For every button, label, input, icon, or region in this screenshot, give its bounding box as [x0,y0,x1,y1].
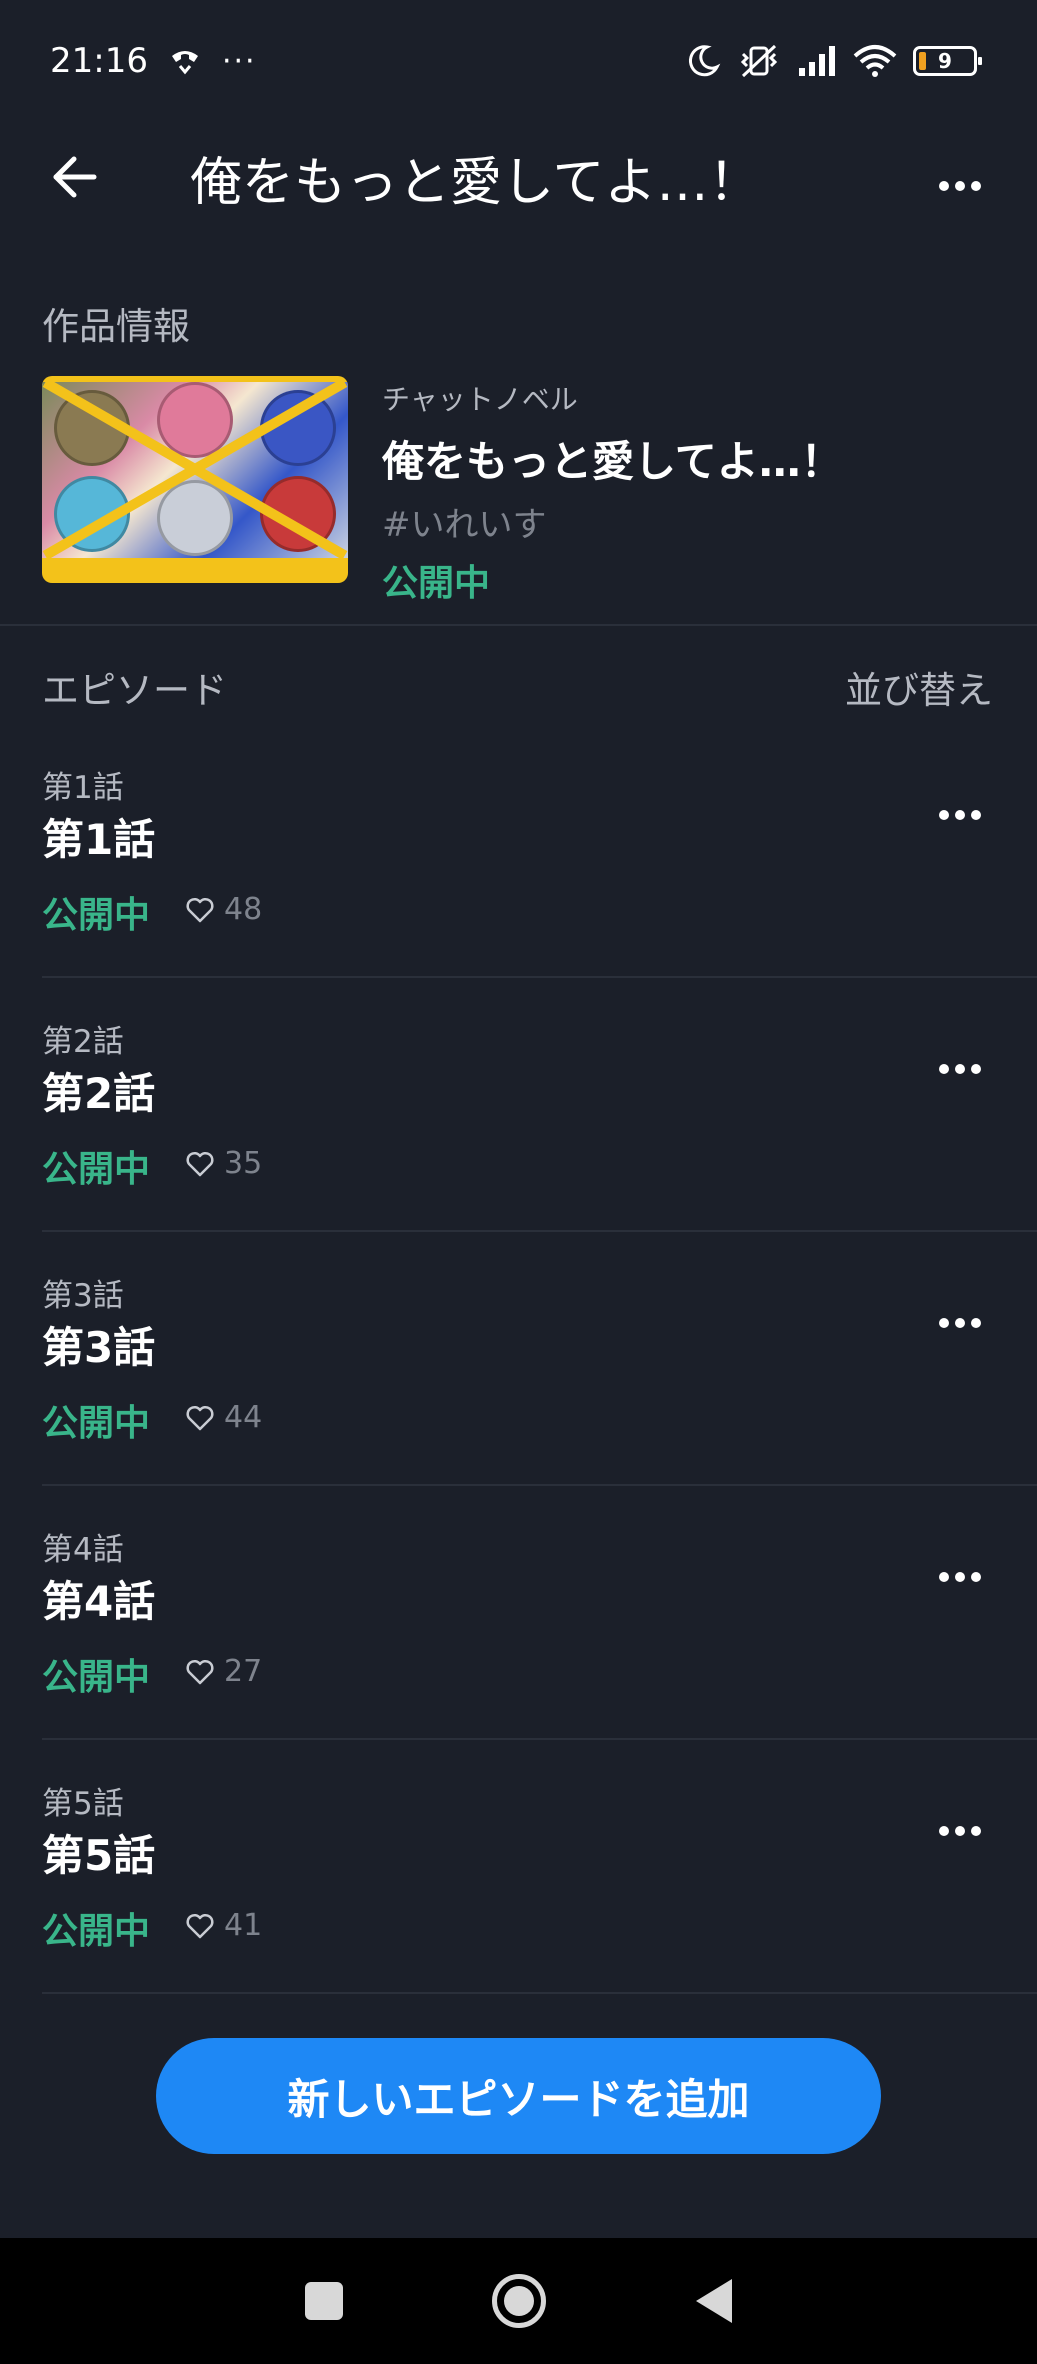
episode-status: 公開中 [42,895,151,936]
episode-likes: 35 [186,1146,262,1181]
like-count: 41 [224,1908,263,1943]
heart-icon [186,897,214,922]
episode-title: 第5話 [42,1831,156,1880]
more-horiz-icon [939,181,949,191]
list-divider [42,1738,1037,1740]
moon-icon [688,45,721,77]
episode-title: 第4話 [42,1577,156,1626]
battery-level: 9 [938,49,952,73]
work-meta: チャットノベル 俺をもっと愛してよ…！ #いれいす 公開中 [382,378,843,606]
status-more-indicator: ··· [221,43,257,79]
episode-subtitle: 第1話 [42,770,124,806]
work-thumbnail [42,376,348,583]
episode-more-button[interactable] [935,1044,985,1094]
back-button[interactable] [48,150,102,204]
heart-icon [186,1405,214,1430]
work-type: チャットノベル [382,383,578,416]
episode-subtitle: 第4話 [42,1532,124,1568]
episode-more-button[interactable] [935,1298,985,1348]
episode-status: 公開中 [42,1911,151,1952]
work-title: 俺をもっと愛してよ…！ [382,437,843,486]
episode-subtitle: 第5話 [42,1786,124,1822]
episode-likes: 41 [186,1908,262,1943]
more-options-button[interactable] [935,161,985,211]
episode-subtitle: 第2話 [42,1024,124,1060]
episode-status: 公開中 [42,1657,151,1698]
episode-more-button[interactable] [935,1552,985,1602]
recent-apps-button[interactable] [304,2282,343,2320]
episode-more-button[interactable] [935,790,985,840]
episode-title: 第2話 [42,1069,156,1118]
like-count: 27 [224,1654,263,1689]
signal-icon [799,46,835,76]
heart-icon [186,1151,214,1176]
like-count: 48 [224,892,263,927]
episode-likes: 27 [186,1654,262,1689]
work-status: 公開中 [382,563,491,604]
episode-title: 第3話 [42,1323,156,1372]
call-icon [171,51,198,75]
app-bar: 俺をもっと愛してよ…！ [0,122,1037,250]
list-divider [42,1230,1037,1232]
more-horiz-icon [939,1826,949,1836]
work-info-card[interactable]: チャットノベル 俺をもっと愛してよ…！ #いれいす 公開中 [42,376,1002,604]
episode-subtitle: 第3話 [42,1278,124,1314]
episode-likes: 44 [186,1400,262,1435]
system-nav-bar [0,2238,1037,2364]
list-divider [42,1992,1037,1994]
arrow-left-icon [53,156,97,198]
episodes-heading: エピソード [42,669,227,712]
system-back-button[interactable] [696,2279,733,2323]
more-horiz-icon [939,810,949,820]
work-tag: #いれいす [382,505,547,545]
status-bar-left: 21:16 ··· [50,41,257,81]
sort-button[interactable]: 並び替え [845,660,993,714]
heart-icon [186,1913,214,1938]
like-count: 35 [224,1146,263,1181]
status-bar: 21:16 ··· 9 [0,0,1037,122]
episode-more-button[interactable] [935,1806,985,1856]
more-horiz-icon [939,1318,949,1328]
episode-status: 公開中 [42,1149,151,1190]
like-count: 44 [224,1400,263,1435]
section-divider [0,624,1037,626]
list-divider [42,976,1037,978]
list-divider [42,1484,1037,1486]
page-title: 俺をもっと愛してよ…！ [190,153,761,213]
vibrate-off-icon [740,44,778,78]
work-info-heading: 作品情報 [42,305,190,348]
add-episode-button[interactable]: 新しいエピソードを追加 [156,2038,881,2154]
episode-title: 第1話 [42,815,156,864]
heart-icon [186,1659,214,1684]
home-button[interactable] [492,2274,547,2328]
episode-status: 公開中 [42,1403,151,1444]
battery-icon: 9 [913,46,982,76]
wifi-icon [853,45,897,77]
more-horiz-icon [939,1064,949,1074]
more-horiz-icon [939,1572,949,1582]
status-time: 21:16 [50,41,148,81]
status-bar-right: 9 [685,42,982,80]
episode-likes: 48 [186,892,262,927]
